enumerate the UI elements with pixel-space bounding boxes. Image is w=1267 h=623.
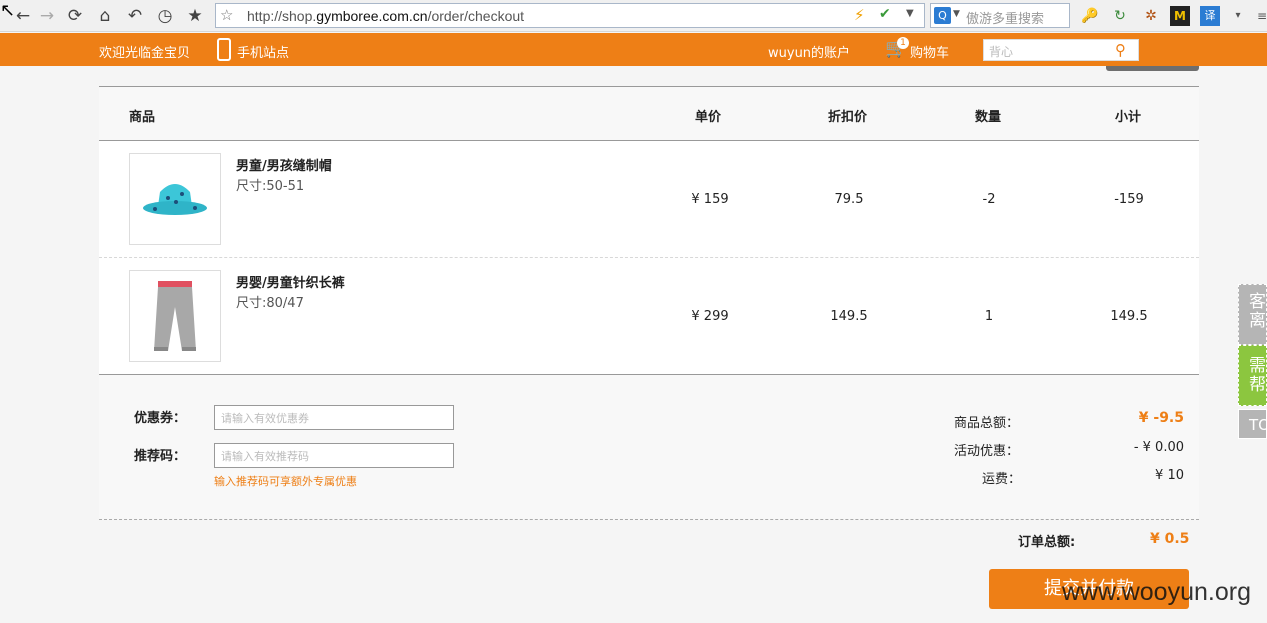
welcome-text: 欢迎光临金宝贝	[99, 46, 191, 61]
customer-service-widget[interactable]: 客离	[1238, 284, 1267, 345]
order-total-value: ¥ 0.5	[1150, 531, 1190, 547]
order-total-label: 订单总额:	[1018, 535, 1076, 550]
account-link[interactable]: wuyun的账户	[768, 42, 850, 61]
address-bar[interactable]: ☆ http://shop.gymboree.com.cn/order/chec…	[215, 3, 925, 28]
header-tab-remnant	[1106, 66, 1199, 71]
extension-m-icon[interactable]: M	[1170, 6, 1190, 26]
cart-count-badge: 1	[897, 37, 909, 49]
promo-label: 活动优惠：	[954, 444, 1020, 459]
coupon-label: 优惠券：	[134, 411, 187, 426]
column-header-discount: 折扣价	[828, 110, 868, 125]
download-icon[interactable]: ↻	[1110, 6, 1130, 26]
unit-price: ¥ 299	[691, 309, 729, 324]
more-icon[interactable]: ≡	[1252, 6, 1267, 26]
back-button[interactable]: ←	[12, 5, 34, 27]
goods-total-label: 商品总额：	[954, 416, 1020, 431]
column-header-price: 单价	[695, 110, 722, 125]
knit-pants-icon	[154, 281, 196, 351]
promo-value: - ¥ 0.00	[1133, 440, 1184, 455]
browser-search-box[interactable]: Q ▼ 傲游多重搜索	[930, 3, 1070, 28]
quantity: -2	[982, 192, 996, 207]
home-button[interactable]: ⌂	[94, 5, 116, 27]
referral-input[interactable]: 请输入有效推荐码	[214, 443, 454, 468]
browser-search-placeholder: 傲游多重搜索	[966, 12, 1045, 27]
site-search-placeholder: 背心	[989, 45, 1014, 59]
bucket-hat-icon	[143, 184, 207, 215]
product-name[interactable]: 男婴/男童针织长裤	[236, 272, 345, 291]
mobile-site-link[interactable]: 手机站点	[237, 42, 289, 61]
favorites-button[interactable]: ★	[184, 5, 206, 27]
subtotal: 149.5	[1110, 309, 1148, 324]
bookmark-star-icon[interactable]: ☆	[220, 6, 233, 24]
history-button[interactable]: ◷	[154, 5, 176, 27]
table-header: 商品 单价 折扣价 数量 小计	[99, 86, 1199, 141]
watermark: www.wooyun.org	[1062, 578, 1251, 606]
product-image-pants[interactable]	[129, 270, 221, 362]
search-engine-icon[interactable]: Q	[934, 7, 951, 24]
browser-toolbar: ↖ ← → ⟳ ⌂ ↶ ◷ ★ ☆ http://shop.gymboree.c…	[0, 0, 1267, 32]
address-dropdown-icon[interactable]: ▼	[906, 8, 914, 19]
referral-hint: 输入推荐码可享额外专属优惠	[214, 475, 357, 488]
site-search-input[interactable]: 背心 ⚲	[983, 39, 1139, 61]
refresh-button[interactable]: ⟳	[64, 5, 86, 27]
discount-price: 79.5	[834, 192, 864, 207]
plugin-icon[interactable]: ✔	[879, 6, 891, 22]
referral-label: 推荐码：	[134, 449, 187, 464]
forward-button[interactable]: →	[36, 5, 58, 27]
product-image-hat[interactable]	[129, 153, 221, 245]
quantity: 1	[984, 309, 994, 324]
lightning-icon[interactable]: ⚡	[854, 6, 865, 24]
product-size: 尺寸:80/47	[236, 296, 304, 311]
cart-link[interactable]: 购物车	[910, 42, 949, 61]
undo-close-tab-button[interactable]: ↶	[124, 5, 146, 27]
phone-icon[interactable]	[217, 38, 231, 61]
column-header-quantity: 数量	[975, 110, 1002, 125]
subtotal: -159	[1114, 192, 1144, 207]
chevron-down-icon[interactable]: ▼	[953, 9, 960, 19]
column-header-product: 商品	[129, 110, 156, 125]
back-to-top-widget[interactable]: TO	[1238, 409, 1267, 439]
product-size: 尺寸:50-51	[236, 179, 305, 194]
help-widget[interactable]: 需帮	[1238, 345, 1267, 406]
site-header: 欢迎光临金宝贝 手机站点 wuyun的账户 🛒 1 购物车 背心 ⚲	[0, 33, 1267, 66]
table-row: 男婴/男童针织长裤 尺寸:80/47 ¥ 299 149.5 1 149.5	[99, 258, 1199, 375]
discount-price: 149.5	[830, 309, 868, 324]
order-items-table: 商品 单价 折扣价 数量 小计 男童/男孩缝制帽 尺寸:50-51 ¥ 159 …	[99, 86, 1199, 375]
key-icon[interactable]: 🔑	[1080, 6, 1100, 26]
address-url[interactable]: http://shop.gymboree.com.cn/order/checko…	[247, 8, 524, 24]
goods-total-value: ¥ -9.5	[1138, 410, 1184, 426]
coupon-input[interactable]: 请输入有效优惠券	[214, 405, 454, 430]
translate-icon[interactable]: 译	[1200, 6, 1220, 26]
menu-dropdown-icon[interactable]: ▾	[1228, 6, 1248, 26]
bug-icon[interactable]: ✲	[1141, 6, 1161, 26]
shipping-value: ¥ 10	[1155, 468, 1184, 483]
product-name[interactable]: 男童/男孩缝制帽	[236, 155, 332, 174]
shipping-label: 运费：	[982, 472, 1022, 487]
order-summary-section: 优惠券： 请输入有效优惠券 推荐码： 请输入有效推荐码 输入推荐码可享额外专属优…	[99, 375, 1199, 520]
search-icon[interactable]: ⚲	[1115, 41, 1126, 59]
column-header-subtotal: 小计	[1115, 110, 1142, 125]
unit-price: ¥ 159	[691, 192, 729, 207]
table-row: 男童/男孩缝制帽 尺寸:50-51 ¥ 159 79.5 -2 -159	[99, 141, 1199, 258]
